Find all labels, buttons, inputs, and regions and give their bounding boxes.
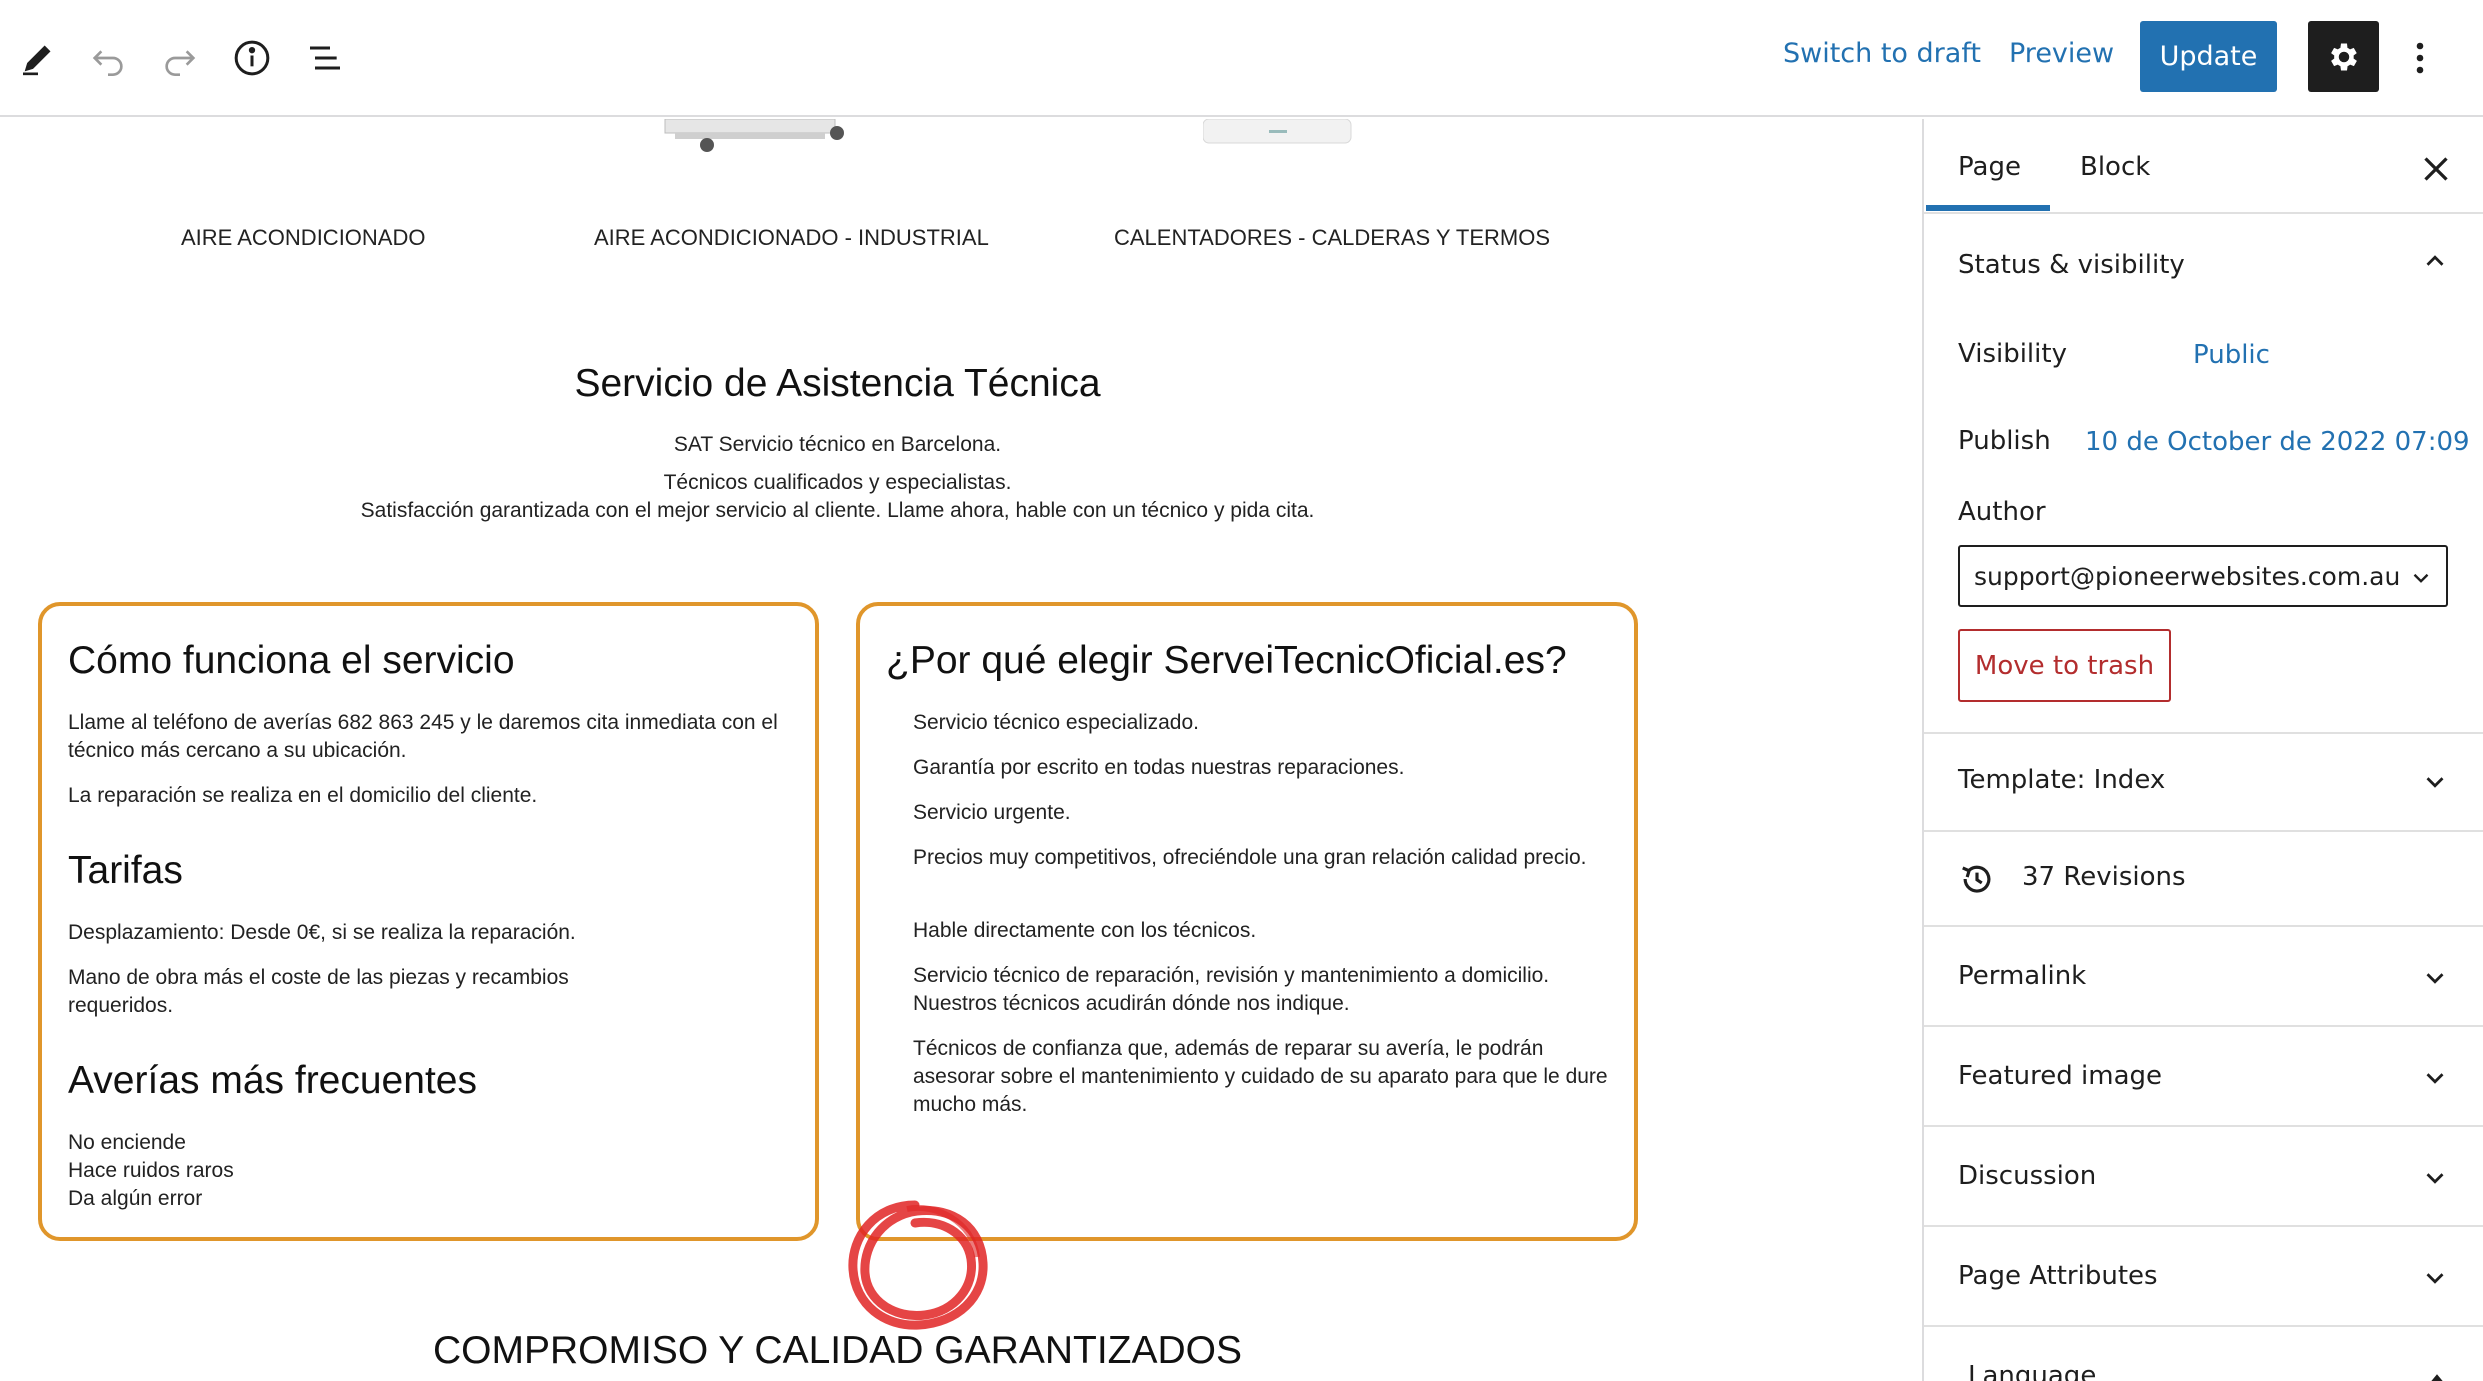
reason-item[interactable]: Precios muy competitivos, ofreciéndole u… [913,844,1593,872]
chevron-down-icon [2413,573,2429,583]
template-panel[interactable]: Template: Index [1924,734,2483,832]
reason-item[interactable]: Servicio técnico especializado. [913,709,1613,737]
air-conditioner-industrial-image[interactable] [655,119,855,159]
category-label[interactable]: CALENTADORES - CALDERAS Y TERMOS [1114,225,1550,251]
close-icon[interactable] [2418,151,2454,187]
card-paragraph[interactable]: La reparación se realiza en el domicilio… [68,782,788,810]
revisions-panel[interactable]: 37 Revisions [1924,832,2483,927]
panel-title: Language [1968,1361,2097,1381]
sidebar-tabs: Page Block [1924,119,2483,214]
preview-button[interactable]: Preview [2009,38,2114,69]
card-paragraph[interactable]: Mano de obra más el coste de las piezas … [68,964,628,1020]
featured-image-panel[interactable]: Featured image [1924,1027,2483,1127]
settings-sidebar: Page Block Status & visibility Visibilit… [1922,119,2483,1381]
move-to-trash-button[interactable]: Move to trash [1958,629,2171,702]
section-heading[interactable]: COMPROMISO Y CALIDAD GARANTIZADOS [0,1329,1675,1373]
pen-icon[interactable] [8,28,68,88]
sat-line[interactable]: Técnicos cualificados y especialistas. [0,471,1675,495]
card-heading[interactable]: ¿Por qué elegir ServeiTecnicOficial.es? [886,639,1567,683]
category-label[interactable]: AIRE ACONDICIONADO - INDUSTRIAL [594,225,989,251]
water-heater-image[interactable] [1203,119,1353,149]
chevron-down-icon [2426,1173,2444,1184]
publish-label: Publish [1958,426,2051,456]
reason-item[interactable]: Garantía por escrito en todas nuestras r… [913,754,1613,782]
editor-canvas[interactable]: AIRE ACONDICIONADO AIRE ACONDICIONADO - … [0,119,1922,1381]
card-heading[interactable]: Averías más frecuentes [68,1059,477,1103]
card-paragraph[interactable]: Desplazamiento: Desde 0€, si se realiza … [68,919,788,947]
active-tab-indicator [1926,205,2050,211]
publish-date-toggle[interactable]: 10 de October de 2022 07:09 [2085,427,2470,457]
author-value: support@pioneerwebsites.com.au [1974,562,2401,591]
card-heading[interactable]: Cómo funciona el servicio [68,639,515,683]
reason-item[interactable]: Servicio técnico de reparación, revisión… [913,962,1613,1018]
tab-block[interactable]: Block [2080,152,2150,182]
fault-item[interactable]: Hace ruidos raros [68,1157,468,1185]
permalink-panel[interactable]: Permalink [1924,927,2483,1027]
more-options-button[interactable] [2400,28,2440,88]
visibility-label: Visibility [1958,339,2067,369]
panel-title: Template: Index [1958,765,2166,795]
list-view-icon[interactable] [295,28,355,88]
triangle-up-icon [2431,1374,2443,1381]
section-heading[interactable]: Servicio de Asistencia Técnica [0,362,1675,406]
reason-item[interactable]: Técnicos de confianza que, además de rep… [913,1035,1613,1119]
tab-page[interactable]: Page [1958,152,2021,182]
undo-icon[interactable] [78,28,138,88]
chevron-up-icon[interactable] [2420,246,2450,276]
category-label[interactable]: AIRE ACONDICIONADO [181,225,425,251]
reason-item[interactable]: Servicio urgente. [913,799,1613,827]
history-icon [1962,865,1991,893]
discussion-panel[interactable]: Discussion [1924,1127,2483,1227]
visibility-toggle[interactable]: Public [2193,340,2270,370]
update-button[interactable]: Update [2140,21,2277,92]
editor-toolbar: Switch to draft Preview Update [0,0,2483,117]
chevron-down-icon [2426,777,2444,788]
panel-title: Discussion [1958,1161,2097,1191]
author-select[interactable]: support@pioneerwebsites.com.au [1958,545,2448,607]
gear-icon [2330,43,2357,70]
red-circle-annotation [848,1200,988,1330]
sat-line[interactable]: SAT Servicio técnico en Barcelona. [0,433,1675,457]
redo-icon[interactable] [150,28,210,88]
settings-button[interactable] [2308,21,2379,92]
sat-line[interactable]: Satisfacción garantizada con el mejor se… [0,499,1675,523]
chevron-down-icon [2426,1273,2444,1284]
reason-item[interactable]: Hable directamente con los técnicos. [913,917,1613,945]
fault-item[interactable]: Da algún error [68,1185,468,1213]
language-panel[interactable]: Language [1924,1327,2483,1381]
card-heading[interactable]: Tarifas [68,849,183,893]
author-label: Author [1958,497,2046,527]
chevron-down-icon [2426,1073,2444,1084]
chevron-down-icon [2426,973,2444,984]
panel-title: Page Attributes [1958,1261,2158,1291]
panel-title[interactable]: Status & visibility [1958,250,2185,280]
card-paragraph[interactable]: Llame al teléfono de averías 682 863 245… [68,709,788,765]
vertical-dots-icon [2416,42,2424,74]
fault-item[interactable]: No enciende [68,1129,468,1157]
why-choose-card[interactable]: ¿Por qué elegir ServeiTecnicOficial.es? … [856,602,1638,1241]
panel-title: Permalink [1958,961,2087,991]
how-it-works-card[interactable]: Cómo funciona el servicio Llame al teléf… [38,602,819,1241]
panel-title: Featured image [1958,1061,2163,1091]
info-icon[interactable] [222,28,282,88]
switch-to-draft-button[interactable]: Switch to draft [1783,38,1981,69]
page-attributes-panel[interactable]: Page Attributes [1924,1227,2483,1327]
revisions-link: 37 Revisions [2022,862,2186,892]
